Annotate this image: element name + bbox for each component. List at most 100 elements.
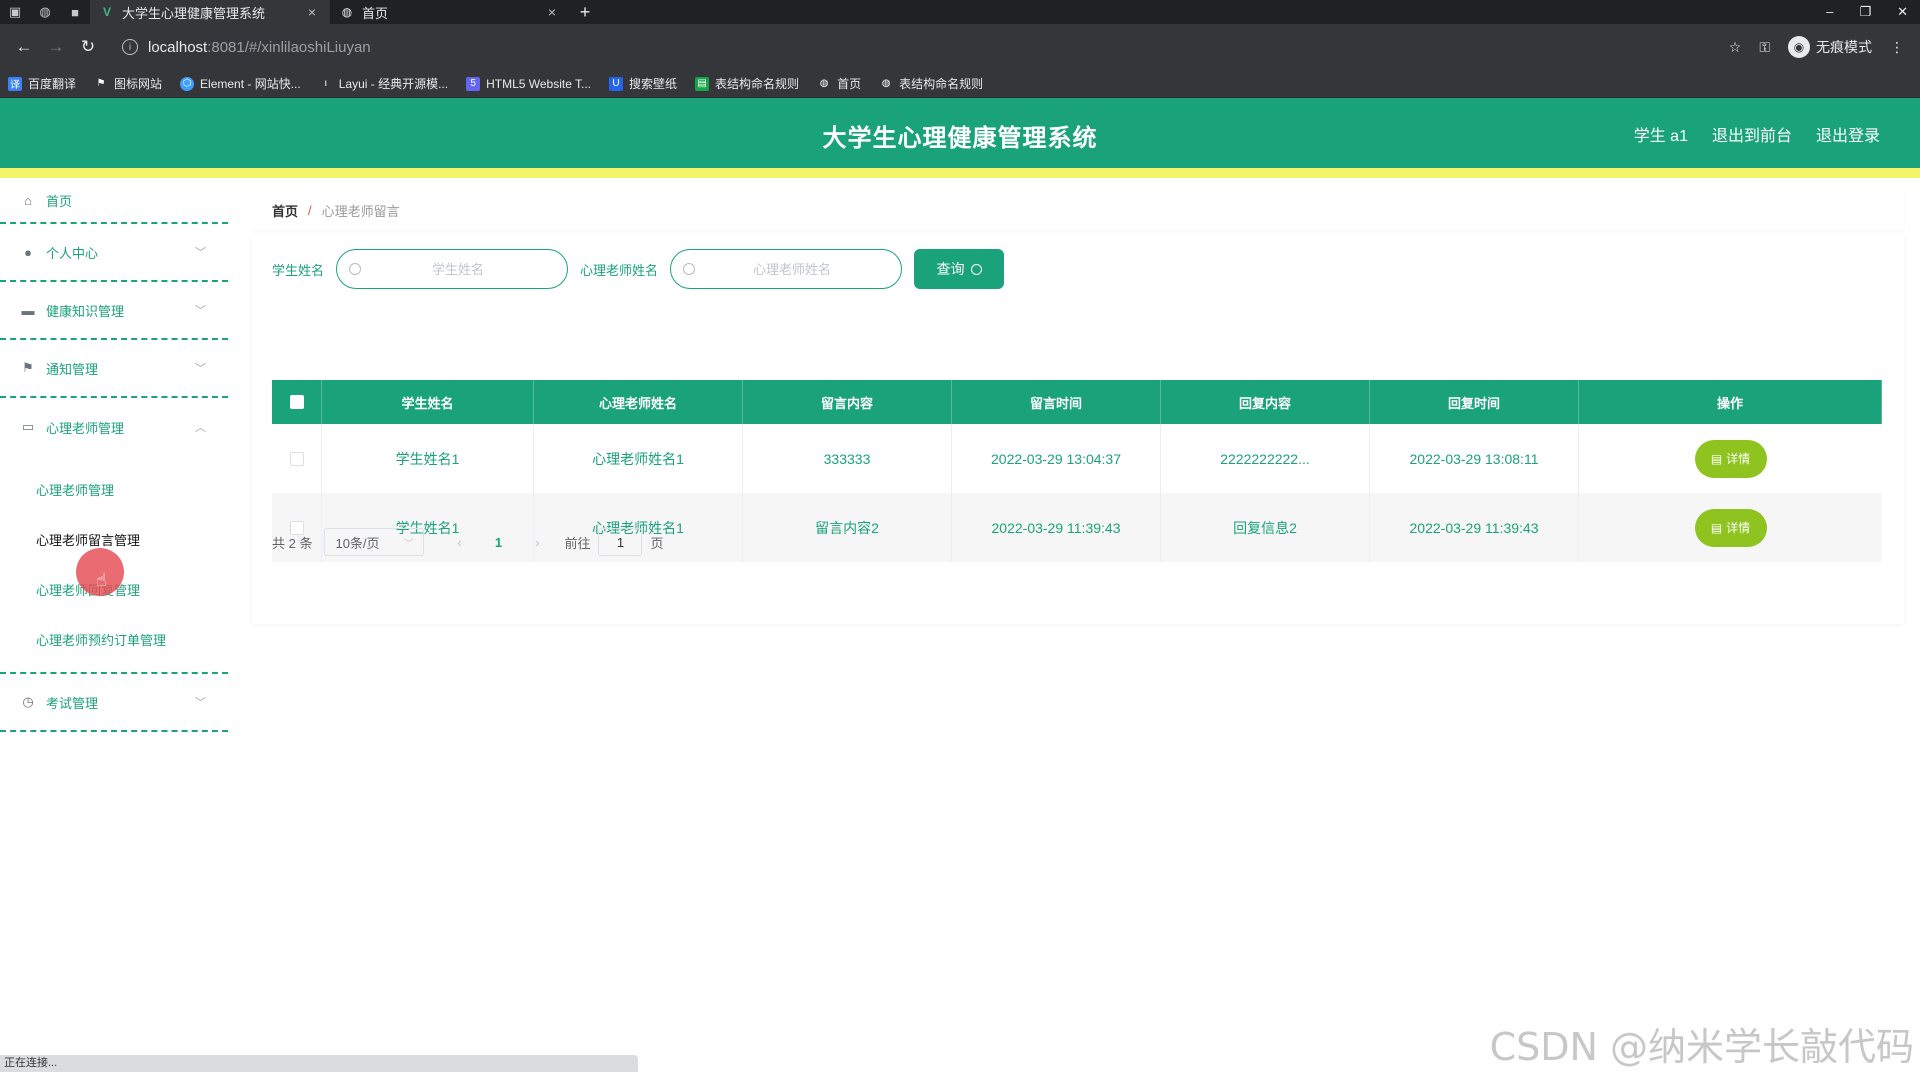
sidebar-item-health-knowledge[interactable]: ▬ 健康知识管理 ﹀ [0,282,228,340]
breadcrumb: 首页 / 心理老师留言 [252,190,1904,230]
page-size-select[interactable]: 10条/页 ﹀ [324,528,425,556]
goto-page-input[interactable]: 1 [598,528,643,556]
window-menu-icon[interactable]: ▣ [0,0,30,24]
teacher-name-label: 心理老师姓名 [580,262,659,278]
url-host: localhost [148,38,208,56]
detail-button[interactable]: ▤ 详情 [1694,508,1767,547]
column-header[interactable]: 回复内容 [1161,380,1370,424]
breadcrumb-separator: / [308,202,312,218]
current-user[interactable]: 学生 a1 [1634,122,1688,146]
pagination: 共 2 条 10条/页 ﹀ ‹ 1 › 前往 1 页 [272,528,664,556]
flag-icon: ⚑ [22,360,34,375]
teacher-name-field[interactable] [670,249,903,289]
table-cell: 2222222222... [1161,424,1370,493]
student-name-field[interactable] [336,249,569,289]
bookmark-item[interactable]: ⬡ Element - 网站快... [180,75,301,92]
forward-icon[interactable]: → [40,37,72,57]
table-cell: 留言内容2 [743,493,952,562]
table-cell: 回复信息2 [1161,493,1370,562]
header-links: 学生 a1 退出到前台 退出登录 [1634,122,1880,146]
globe-icon: ◍ [819,78,829,89]
sidebar-item-home[interactable]: ⌂ 首页 [0,178,228,224]
search-form: 学生姓名 心理老师姓名 查询 [272,249,1005,289]
breadcrumb-home[interactable]: 首页 [272,201,298,220]
table-cell: 2022-03-29 11:39:43 [1370,493,1579,562]
user-icon: ● [24,244,32,260]
bookmark-item[interactable]: 译百度翻译 [8,75,76,92]
select-all-checkbox[interactable] [289,395,304,409]
teacher-name-input[interactable] [695,261,890,277]
tab-title: 首页 [362,5,389,21]
pagination-total: 共 2 条 [272,535,313,551]
bookmark-item[interactable]: ⚑ 图标网站 [94,75,163,92]
sidebar-item-notices[interactable]: ⚑ 通知管理 ﹀ [0,340,228,398]
column-header[interactable]: 学生姓名 [322,380,534,424]
close-icon[interactable]: × [544,4,560,20]
column-header[interactable]: 留言内容 [743,380,952,424]
document-icon: ▤ [1710,520,1723,535]
column-header: 操作 [1579,380,1882,424]
submenu-item-teacher-orders[interactable]: 心理老师预约订单管理 [0,614,228,664]
bookmark-label: Layui - 经典开源模... [338,77,449,91]
bookmark-item[interactable]: ı Layui - 经典开源模... [319,75,448,92]
info-icon[interactable]: i [122,39,138,55]
sidebar-item-teacher-management[interactable]: ▭ 心理老师管理 ︿ [0,398,228,456]
search-icon [349,263,362,275]
page-number[interactable]: 1 [474,535,522,550]
globe-icon[interactable]: ◍ [30,0,60,24]
bookmarks-bar: 译百度翻译 ⚑ 图标网站 ⬡ Element - 网站快... ı Layui - 经… [0,70,1920,98]
bookmark-item[interactable]: U 搜索壁纸 [609,75,677,92]
submenu-item-teacher[interactable]: 心理老师管理 [0,464,228,514]
close-icon[interactable]: × [304,4,320,20]
chevron-down-icon: ﹀ [195,697,206,709]
minimize-icon[interactable]: – [1826,4,1833,20]
address-bar-actions: ☆ ⚿ ◉ 无痕模式 ⋮ [1729,36,1912,58]
prev-page-icon[interactable]: ‹ [444,535,474,550]
detail-button[interactable]: ▤ 详情 [1694,439,1767,478]
page-suffix: 页 [650,535,664,551]
tab-active[interactable]: V 大学生心理健康管理系统 × [90,0,330,24]
column-header[interactable]: 留言时间 [952,380,1161,424]
html5-icon: 5 [466,76,481,91]
tab-strip-icon[interactable]: ■ [60,0,90,24]
query-button[interactable]: 查询 [914,249,1005,289]
star-icon[interactable]: ☆ [1729,39,1742,56]
reload-icon[interactable]: ↻ [72,37,104,57]
sidebar-item-personal-center[interactable]: ● 个人中心 ﹀ [0,224,228,282]
tab-inactive[interactable]: ◍ 首页 × [330,0,570,24]
column-header[interactable]: 回复时间 [1370,380,1579,424]
bookmark-item[interactable]: 5 HTML5 Website T... [466,76,591,91]
sidebar-item-exam[interactable]: ◷ 考试管理 ﹀ [0,674,228,732]
row-checkbox[interactable] [289,451,304,466]
document-icon: ▤ [1710,451,1723,466]
back-icon[interactable]: ← [8,37,40,57]
url-field[interactable]: i localhost:8081/#/xinlilaoshiLiuyan [112,31,1721,63]
browser-status-bar: 正在连接... [0,1055,638,1072]
restore-icon[interactable]: ❐ [1859,4,1871,20]
flag-icon: ⚑ [96,78,106,89]
incognito-indicator[interactable]: ◉ 无痕模式 [1788,36,1872,58]
bookmark-item[interactable]: ◍ 首页 [817,75,861,92]
table-cell: 2022-03-29 13:08:11 [1370,424,1579,493]
column-header[interactable]: 心理老师姓名 [534,380,743,424]
bookmark-label: 百度翻译 [28,77,77,91]
hand-cursor-icon: ☝ [96,570,107,590]
briefcase-icon: ▬ [21,302,35,318]
new-tab-icon[interactable]: + [570,2,600,23]
bookmark-label: 搜索壁纸 [629,77,678,91]
bookmark-item[interactable]: ▤ 表结构命名规则 [695,75,799,92]
close-window-icon[interactable]: ✕ [1897,4,1908,20]
back-to-front-link[interactable]: 退出到前台 [1712,122,1792,146]
logout-link[interactable]: 退出登录 [1816,122,1880,146]
more-icon[interactable]: ⋮ [1890,39,1904,56]
accent-bar [0,168,1920,178]
bookmark-label: 表结构命名规则 [715,77,800,91]
student-name-input[interactable] [361,261,556,277]
bookmark-item[interactable]: ◍ 表结构命名规则 [879,75,983,92]
bookmark-label: Element - 网站快... [200,77,301,91]
table-row[interactable]: 学生姓名1 心理老师姓名1 333333 2022-03-29 13:04:37… [272,424,1882,493]
key-icon[interactable]: ⚿ [1759,39,1770,56]
detail-button-label: 详情 [1726,521,1751,535]
layui-logo-icon: ı [324,78,328,89]
next-page-icon[interactable]: › [522,535,552,550]
